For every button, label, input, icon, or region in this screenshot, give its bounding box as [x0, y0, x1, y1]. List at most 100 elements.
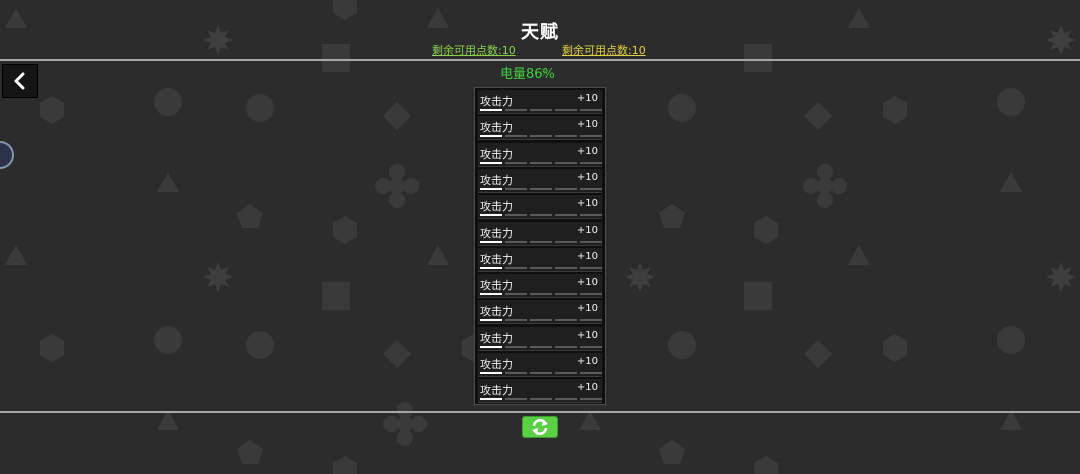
talent-value: +10 — [576, 329, 598, 341]
bg-circle — [246, 94, 274, 122]
bg-circle — [154, 88, 182, 116]
bg-clover — [383, 402, 427, 446]
level-segment-empty — [580, 372, 602, 374]
remaining-points-right: 剩余可用点数:10 — [562, 44, 646, 57]
talent-value: +10 — [576, 382, 598, 394]
level-segment-empty — [505, 319, 527, 322]
page-title: 天赋 — [521, 22, 559, 43]
bg-square — [322, 282, 350, 310]
bg-hexagon — [333, 456, 357, 474]
talent-value: +10 — [576, 93, 598, 104]
level-segment-empty — [530, 240, 552, 243]
level-segment-empty — [505, 109, 527, 111]
level-segment-filled — [480, 398, 502, 401]
bg-diamond — [804, 102, 832, 130]
talent-screen: 天赋 剩余可用点数:10 剩余可用点数:10 示 电量86% 攻击力 +10 攻击力… — [0, 0, 1080, 474]
level-segment-empty — [530, 161, 552, 164]
talent-row[interactable]: 攻击力 +10 — [478, 116, 602, 141]
talent-value: +10 — [576, 277, 598, 289]
level-segment-filled — [480, 319, 502, 322]
level-segment-filled — [480, 266, 502, 269]
level-segment-empty — [555, 293, 577, 296]
back-button[interactable] — [2, 64, 38, 98]
talent-row[interactable]: 攻击力 +10 — [478, 168, 602, 193]
talent-name: 攻击力 — [480, 279, 513, 293]
level-segment-filled — [480, 161, 502, 164]
level-segment-empty — [555, 187, 577, 190]
refresh-icon — [532, 419, 548, 435]
bg-pentagon — [237, 204, 263, 228]
level-segment-empty — [580, 266, 602, 269]
talent-row[interactable]: 攻击力 +10 — [478, 195, 602, 220]
chevron-left-icon — [14, 72, 25, 90]
bg-triangle — [1000, 410, 1022, 430]
level-segment-empty — [555, 345, 577, 348]
bg-hexagon — [40, 96, 64, 124]
bg-hexagon — [333, 0, 357, 20]
level-segment-empty — [505, 398, 527, 401]
level-segment-empty — [555, 240, 577, 243]
level-segment-empty — [505, 161, 527, 164]
level-segment-empty — [555, 372, 577, 374]
bg-hexagon — [40, 334, 64, 362]
talent-row[interactable]: 攻击力 +10 — [478, 274, 602, 299]
bg-triangle — [579, 410, 601, 430]
bg-hexagon — [754, 456, 778, 474]
talent-list-panel: 攻击力 +10 攻击力 +10 攻击力 +10 攻击力 +10 攻击力 +10 攻击力 +10 攻击力 +… — [474, 87, 606, 405]
talent-name: 攻击力 — [480, 121, 513, 135]
talent-row[interactable]: 攻击力 +10 — [478, 300, 602, 325]
talent-row[interactable]: 攻击力 +10 — [478, 379, 602, 404]
reset-talents-button[interactable] — [522, 416, 558, 438]
bg-pentagon — [237, 440, 263, 464]
bg-triangle — [5, 245, 27, 265]
talent-name: 攻击力 — [480, 331, 513, 345]
bg-circle — [246, 331, 274, 359]
level-segment-empty — [505, 135, 527, 138]
level-segment-empty — [580, 293, 602, 296]
bg-hexagon — [754, 216, 778, 244]
bg-diamond — [383, 102, 411, 130]
talent-name: 攻击力 — [480, 305, 513, 319]
level-segment-empty — [555, 319, 577, 322]
bg-hexagon — [883, 334, 907, 362]
level-segment-empty — [505, 266, 527, 269]
level-segment-empty — [505, 214, 527, 217]
talent-row[interactable]: 攻击力 +10 — [478, 353, 602, 377]
talent-name: 攻击力 — [480, 173, 513, 187]
level-segment-filled — [480, 293, 502, 296]
talent-row[interactable]: 攻击力 +10 — [478, 142, 602, 167]
talent-row[interactable]: 攻击力 +10 — [478, 247, 602, 272]
level-segment-empty — [580, 214, 602, 217]
talent-row[interactable]: 攻击力 +10 — [478, 326, 602, 351]
talent-value: +10 — [576, 145, 598, 157]
level-segment-empty — [580, 135, 602, 138]
bg-square — [744, 282, 772, 310]
bg-triangle — [157, 410, 179, 430]
bg-circle — [668, 331, 696, 359]
talent-row[interactable]: 攻击力 +10 — [478, 90, 602, 114]
level-segment-empty — [580, 161, 602, 164]
bg-square — [744, 44, 772, 72]
bg-triangle — [848, 245, 870, 265]
level-segment-empty — [580, 398, 602, 401]
level-segment-empty — [505, 372, 527, 374]
level-segment-empty — [580, 345, 602, 348]
talent-value: +10 — [576, 119, 598, 131]
level-segment-empty — [580, 109, 602, 111]
talent-name: 攻击力 — [480, 252, 513, 266]
talent-name: 攻击力 — [480, 147, 513, 161]
talent-row[interactable]: 攻击力 +10 — [478, 221, 602, 246]
level-segment-empty — [555, 214, 577, 217]
talent-name: 攻击力 — [480, 226, 513, 240]
talent-name: 攻击力 — [480, 384, 513, 398]
bg-hexagon — [333, 216, 357, 244]
level-segment-empty — [530, 293, 552, 296]
level-segment-empty — [580, 240, 602, 243]
level-segment-empty — [530, 187, 552, 190]
level-segment-filled — [480, 187, 502, 190]
remaining-points-left: 剩余可用点数:10 — [432, 44, 516, 57]
talent-name: 攻击力 — [480, 95, 513, 108]
level-segment-empty — [555, 109, 577, 111]
bg-hexagon — [883, 96, 907, 124]
bottom-divider — [0, 411, 1080, 413]
